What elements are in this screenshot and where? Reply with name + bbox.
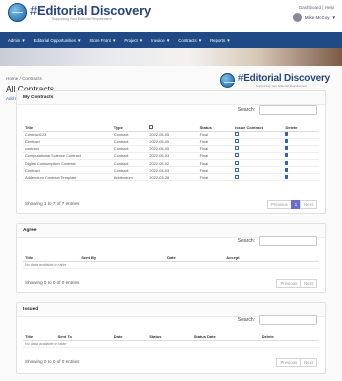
col-status[interactable]: Status (197, 124, 234, 132)
issue-contract-icon[interactable] (235, 139, 240, 144)
content-logo: #Editorial Discovery Supporting Your Edi… (219, 73, 330, 88)
top-links[interactable]: Dashboard | Help (299, 5, 334, 10)
trash-icon[interactable] (285, 146, 289, 151)
table-row: Computational Science Contract Contract 20… (23, 152, 319, 161)
agree-card: Agree Search: Title Sent By Date Accept … (16, 223, 326, 293)
col-sent-by[interactable]: Sent By (79, 254, 166, 262)
brand-tagline: Supporting Your Editorial Requirement (52, 16, 112, 21)
brand-name: #Editorial Discovery (30, 2, 151, 18)
col-date[interactable]: Date (111, 333, 148, 341)
search-bar: Search: (238, 236, 317, 246)
previous-button[interactable]: Previous (276, 358, 302, 367)
trash-icon[interactable] (285, 160, 289, 165)
issue-contract-icon[interactable] (235, 132, 240, 137)
previous-button[interactable]: Previous (276, 279, 302, 288)
col-title[interactable]: Title (23, 254, 80, 262)
col-issue-contract[interactable]: Issue Contract (233, 124, 284, 132)
trash-icon[interactable] (285, 153, 289, 158)
empty-message: No data available in table (23, 340, 319, 348)
search-input[interactable] (259, 236, 317, 246)
my-contracts-table: Title Type Status Issue Contract Delete … (23, 124, 319, 182)
table-row: Contract Contract 2022-05-05 Final (23, 138, 319, 146)
issued-card: Issued Search: Title Sent To Date Status… (16, 302, 326, 374)
agree-table: Title Sent By Date Accept No data availa… (23, 254, 319, 269)
table-row: contract Contract 2022-05-05 Final (23, 145, 319, 153)
search-bar: Search: (238, 105, 317, 115)
col-delete[interactable]: Delete (283, 124, 319, 132)
table-row: Contract Contract 2022-04-03 Final (23, 166, 319, 175)
main-content: Home / Contracts All Contracts Add New C… (0, 66, 342, 381)
nav-contracts[interactable]: Contracts ▼ (174, 38, 206, 43)
empty-message: No data available in table (23, 261, 319, 269)
avatar (292, 13, 302, 22)
showing-info: Showing 1 to 7 of 7 entries (25, 201, 80, 206)
trash-icon[interactable] (285, 139, 289, 144)
globe-icon (219, 73, 235, 88)
next-button[interactable]: Next (300, 200, 317, 209)
breadcrumb[interactable]: Home / Contracts (6, 76, 42, 81)
pagination: Previous 1 Next (267, 200, 317, 209)
search-input[interactable] (259, 315, 317, 325)
col-date[interactable] (147, 124, 198, 132)
chevron-down-icon: ▼ (331, 15, 336, 20)
issue-contract-icon[interactable] (235, 174, 240, 179)
table-row: Digital Consumption Contract Contract 2022… (23, 159, 319, 168)
col-type[interactable]: Type (111, 124, 148, 132)
col-delete[interactable]: Delete (259, 333, 319, 341)
nav-invoice[interactable]: Invoice ▼ (147, 38, 174, 43)
showing-info: Showing 0 to 0 of 0 entries (25, 359, 80, 364)
search-bar: Search: (238, 315, 317, 325)
issue-contract-icon[interactable] (235, 167, 240, 172)
main-nav: Admin ▼ Editorial Opportunities ▼ Store … (0, 32, 342, 48)
globe-icon (8, 3, 27, 22)
top-header: #Editorial Discovery Supporting Your Edi… (0, 0, 342, 32)
col-title[interactable]: Title (23, 333, 56, 341)
user-name: Mike McCoy (304, 15, 330, 20)
hero-banner (0, 48, 342, 68)
col-status[interactable]: Status (147, 333, 192, 341)
trash-icon[interactable] (285, 174, 289, 179)
issued-table: Title Sent To Date Status Status Date De… (23, 333, 319, 348)
nav-reports[interactable]: Reports ▼ (206, 38, 235, 43)
nav-admin[interactable]: Admin ▼ (4, 38, 30, 43)
col-accept[interactable]: Accept (224, 254, 319, 262)
issue-contract-icon[interactable] (235, 153, 240, 158)
nav-editorial-opportunities[interactable]: Editorial Opportunities ▼ (30, 38, 86, 43)
nav-store-front[interactable]: Store Front ▼ (85, 38, 120, 43)
col-sent-to[interactable]: Sent To (55, 333, 112, 341)
col-title[interactable]: Title (23, 124, 112, 132)
showing-info: Showing 0 to 0 of 0 entries (25, 280, 80, 285)
table-row: Contract123 Contract 2022-05-05 Final (23, 131, 319, 139)
calendar-icon (149, 124, 154, 129)
next-button[interactable]: Next (300, 279, 317, 288)
issue-contract-icon[interactable] (235, 160, 240, 165)
previous-button[interactable]: Previous (267, 200, 292, 209)
search-input[interactable] (259, 105, 317, 115)
my-contracts-card: My Contracts Search: Title Type Status I… (16, 90, 326, 214)
user-menu[interactable]: Mike McCoy ▼ (292, 13, 336, 22)
issue-contract-icon[interactable] (235, 146, 240, 151)
nav-project[interactable]: Project ▼ (120, 38, 147, 43)
card-title: My Contracts (17, 91, 325, 105)
pagination: Previous Next (276, 358, 317, 367)
col-status-date[interactable]: Status Date (191, 333, 260, 341)
table-row: Addendum Contract Template Addendum 2022-0… (23, 173, 319, 182)
trash-icon[interactable] (285, 167, 289, 172)
brand-logo[interactable]: #Editorial Discovery Supporting Your Edi… (8, 3, 151, 22)
trash-icon[interactable] (285, 132, 289, 137)
pagination: Previous Next (276, 279, 317, 288)
next-button[interactable]: Next (300, 358, 317, 367)
col-date[interactable]: Date (165, 254, 225, 262)
